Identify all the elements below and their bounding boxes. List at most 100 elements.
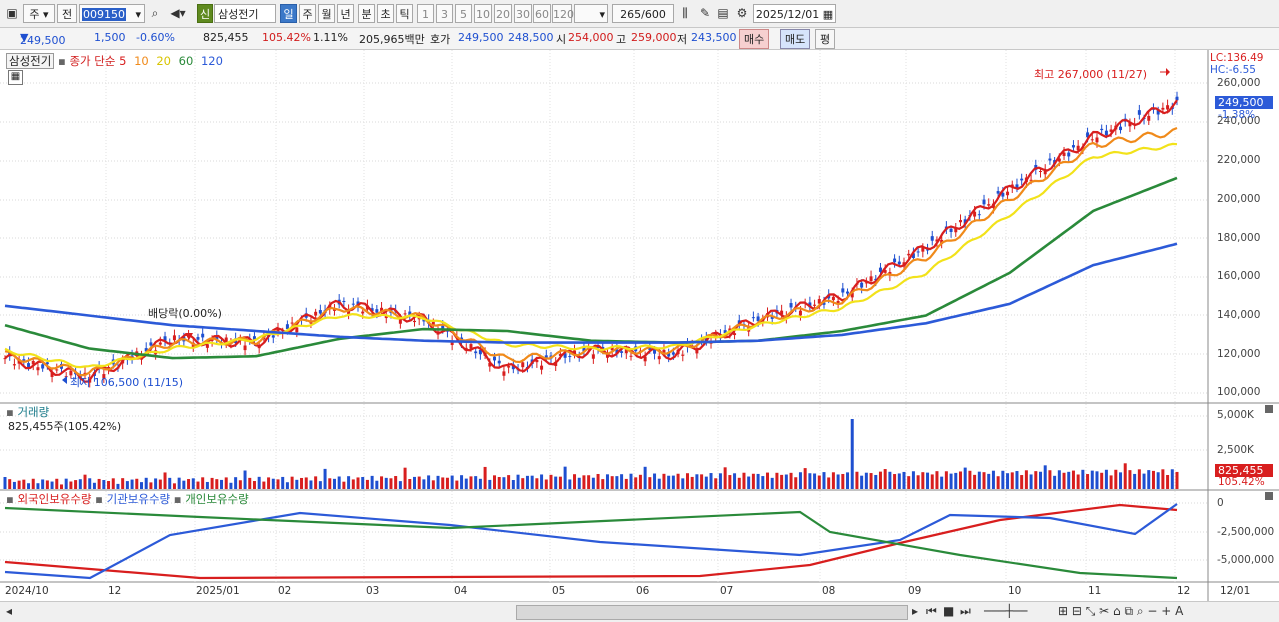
stock-title[interactable]: 삼성전기 (6, 53, 55, 69)
volume-bar (591, 477, 595, 489)
volume-bar (893, 474, 897, 489)
volume-bar (916, 475, 920, 489)
change: 1,500 (94, 31, 126, 44)
candle-body (897, 261, 901, 265)
volume-bar (808, 473, 812, 489)
tab-second[interactable]: 초 (377, 4, 394, 23)
layout-icon[interactable]: ▣ (3, 4, 21, 23)
volume-bar (878, 471, 882, 489)
interval-5[interactable]: 5 (455, 4, 472, 23)
volume-title[interactable]: 거래량 (17, 405, 49, 419)
scroll-left-icon[interactable]: ◂ (6, 604, 12, 618)
volume-bar (1166, 474, 1170, 489)
tab-year[interactable]: 년 (337, 4, 354, 23)
volume-bar (973, 474, 977, 489)
candle-body (1104, 130, 1108, 136)
candle-body (172, 335, 176, 341)
calendar-icon[interactable]: ▦ (823, 8, 833, 21)
date-input[interactable]: 2025/12/01 ▦ (753, 4, 836, 23)
candle-body (958, 220, 962, 223)
volume-bar (766, 472, 770, 489)
volume-bar (1071, 470, 1075, 489)
buy-button[interactable]: 매수 (739, 29, 770, 49)
retail-holding-label[interactable]: 개인보유수량 (185, 492, 248, 506)
candle-body (361, 311, 365, 314)
chevron-down-icon[interactable]: ▾ (135, 5, 141, 24)
gear-icon[interactable]: ⚙ (733, 4, 751, 23)
eval-button[interactable]: 평 (815, 29, 836, 49)
table-icon[interactable]: ▦ (8, 70, 23, 85)
quote-bar: 249,500 ▼ 1,500 -0.60% 825,455 105.42% 1… (0, 28, 1279, 50)
tool-icon[interactable]: ✎ (696, 4, 714, 23)
candle-body (846, 291, 850, 294)
tab-day[interactable]: 일 (280, 4, 297, 23)
volume-bar (860, 475, 864, 489)
interval-30[interactable]: 30 (514, 4, 532, 23)
candle-icon[interactable]: ⫼ (676, 4, 694, 23)
volume-bar (926, 472, 930, 489)
interval-select[interactable]: ▾ (574, 4, 608, 23)
volume-bar (267, 477, 271, 489)
tab-tick[interactable]: 틱 (396, 4, 413, 23)
interval-20[interactable]: 20 (494, 4, 512, 23)
count-display[interactable]: 265/600 (612, 4, 674, 23)
volume-bar (944, 471, 948, 489)
candle-body (1147, 115, 1151, 121)
volume-bar (78, 479, 82, 489)
candle-body (893, 258, 897, 263)
x-label: 2024/10 (5, 585, 49, 597)
volume-bar (958, 471, 962, 489)
volume-bar (328, 478, 332, 489)
save-icon[interactable]: ▤ (715, 4, 731, 23)
candle-body (342, 300, 346, 302)
interval-60[interactable]: 60 (533, 4, 551, 23)
volume-bar (624, 478, 628, 489)
tab-minute[interactable]: 분 (358, 4, 375, 23)
search-icon[interactable]: ⌕ (146, 4, 164, 23)
volume-bar (478, 478, 482, 489)
candle-body (351, 303, 355, 305)
ma-label[interactable]: 종가 단순 (69, 54, 115, 68)
zoom-tools-icon[interactable]: ⊞ ⊟ ⤡ ✂ ⌂ ⧉ ⌕ − + A (1058, 604, 1183, 619)
open-label: 시 (556, 33, 567, 46)
volume-bar (1043, 465, 1047, 489)
interval-10[interactable]: 10 (474, 4, 492, 23)
tab-week[interactable]: 주 (299, 4, 316, 23)
zoom-slider[interactable]: ───┼── (984, 604, 1027, 618)
stop-icon[interactable]: ■ (943, 604, 954, 618)
interval-3[interactable]: 3 (436, 4, 453, 23)
code-input[interactable]: 009150 ▾ (79, 4, 145, 23)
close-volume-icon[interactable] (1265, 405, 1273, 413)
chart-area[interactable] (0, 50, 1279, 601)
foreign-holding-label[interactable]: 외국인보유수량 (17, 492, 91, 506)
candle-body (243, 345, 247, 351)
volume-bar (987, 473, 991, 489)
market-select[interactable]: 주 ▾ (23, 4, 55, 23)
ma-60-label: 60 (178, 54, 194, 68)
y-label-220000: 220,000 (1217, 154, 1261, 166)
interval-1[interactable]: 1 (417, 4, 434, 23)
sound-icon[interactable]: ◀▾ (166, 4, 190, 23)
first-icon[interactable]: ⏮ (926, 604, 937, 619)
candle-body (1006, 191, 1010, 196)
scroll-right-icon[interactable]: ▸ (912, 604, 918, 618)
y-label-200000: 200,000 (1217, 193, 1261, 205)
candle-body (982, 199, 986, 205)
prev-button[interactable]: 전 (57, 4, 77, 23)
sell-button[interactable]: 매도 (780, 29, 811, 49)
scroll-thumb[interactable] (516, 605, 908, 620)
volume-bar (554, 476, 558, 489)
volume-bar (474, 476, 478, 489)
last-icon[interactable]: ⏭ (960, 604, 971, 619)
close-holding-icon[interactable] (1265, 492, 1273, 500)
volume-bar (1015, 471, 1019, 489)
volume-bar (177, 477, 181, 489)
tab-month[interactable]: 월 (318, 4, 335, 23)
interval-120[interactable]: 120 (552, 4, 574, 23)
count-total: /600 (641, 8, 666, 21)
low: 243,500 (691, 31, 737, 44)
y-label-160000: 160,000 (1217, 270, 1261, 282)
scroll-bar[interactable]: ◂ ▸ ⏮ ■ ⏭ ───┼── ⊞ ⊟ ⤡ ✂ ⌂ ⧉ ⌕ − + A (0, 601, 1279, 622)
inst-holding-label[interactable]: 기관보유수량 (107, 492, 170, 506)
code-value: 009150 (82, 8, 126, 21)
